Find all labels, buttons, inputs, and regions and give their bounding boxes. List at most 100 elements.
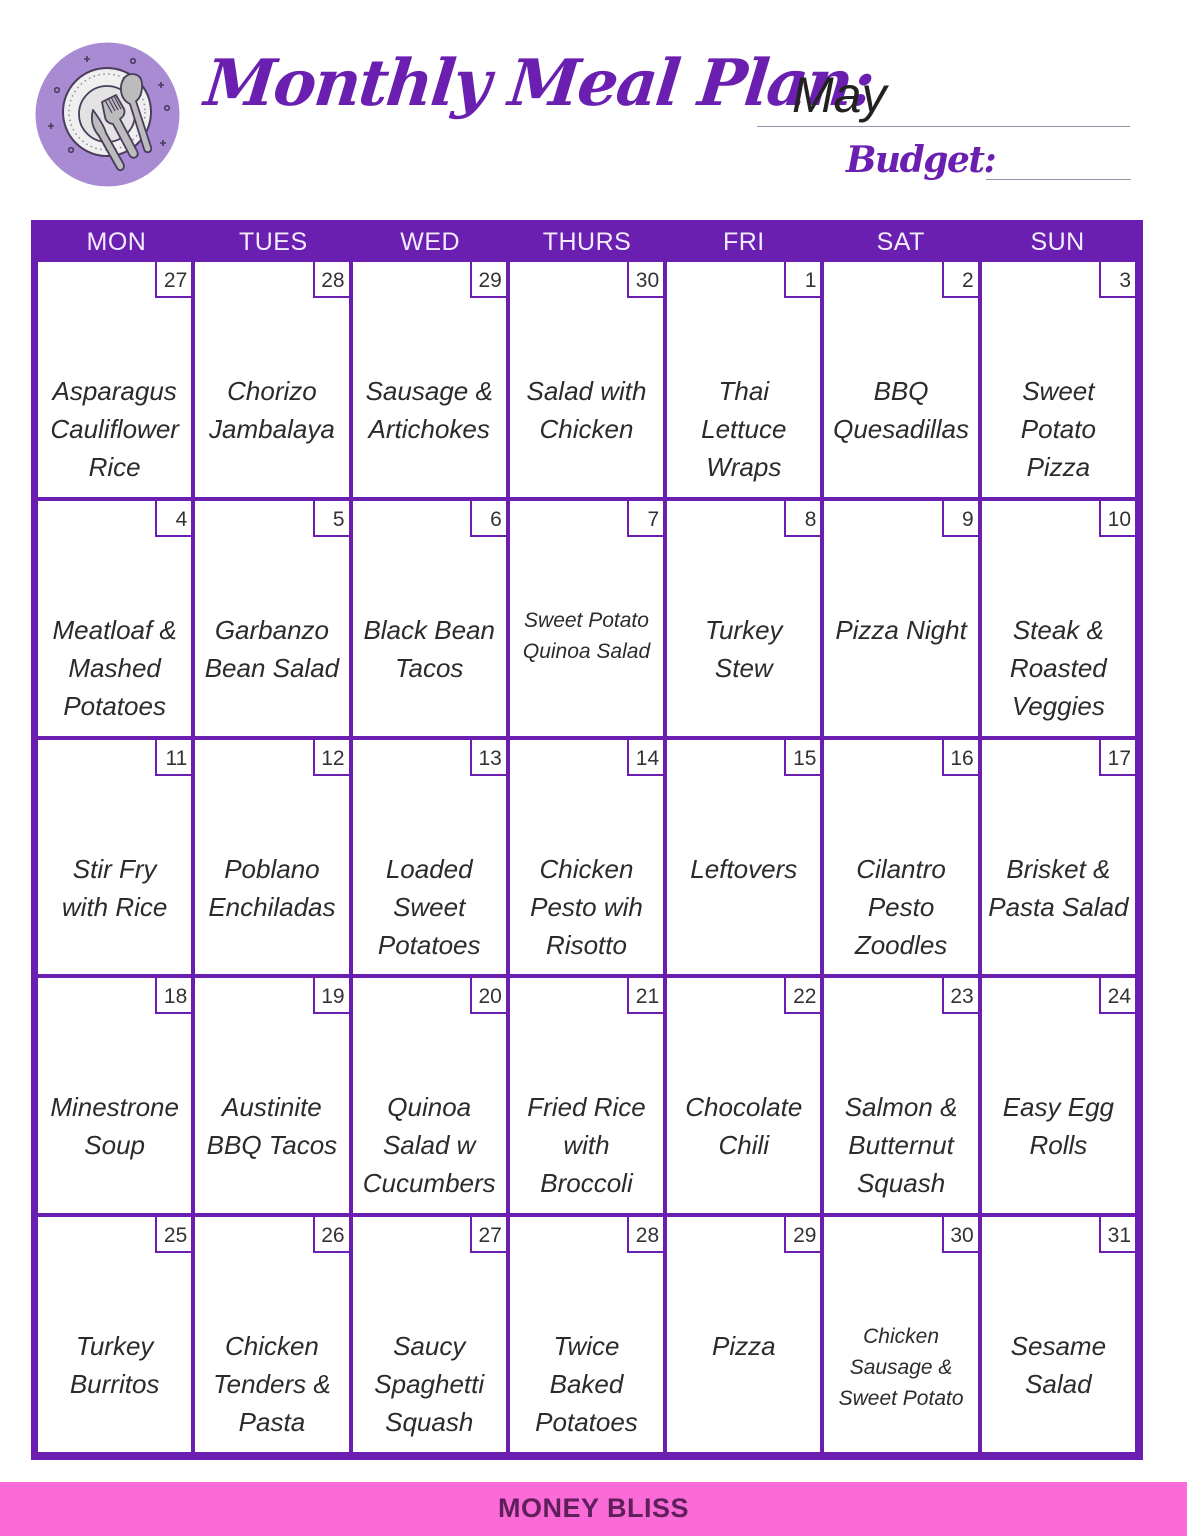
meal-name[interactable]: Sesame Salad — [982, 1327, 1135, 1403]
meal-name[interactable]: Chicken Sausage & Sweet Potato — [824, 1321, 977, 1414]
day-cell[interactable]: 5 Garbanzo Bean Salad — [195, 500, 349, 736]
day-cell[interactable]: 26 Chicken Tenders & Pasta — [195, 1217, 349, 1452]
month-value[interactable]: May — [792, 70, 886, 120]
day-cell[interactable]: 31 Sesame Salad — [981, 1217, 1135, 1452]
meal-name[interactable]: Chorizo Jambalaya — [195, 372, 348, 448]
meal-name[interactable]: Quinoa Salad w Cucumbers — [353, 1088, 506, 1202]
meal-name[interactable]: Chicken Tenders & Pasta — [195, 1327, 348, 1441]
budget-label: Budget: — [846, 139, 997, 181]
day-cell[interactable]: 29 Sausage & Artichokes — [352, 262, 506, 497]
day-cell[interactable]: 14 Chicken Pesto wih Risotto — [509, 739, 664, 975]
date-number: 22 — [784, 978, 821, 1015]
weekday-header: SAT — [876, 228, 925, 256]
day-cell[interactable]: 27 Asparagus Cauliflower Rice — [38, 262, 192, 497]
footer-banner: MONEY BLISS — [0, 1482, 1187, 1536]
brand-name: MONEY BLISS — [497, 1493, 690, 1523]
meal-name[interactable]: Pizza Night — [824, 611, 977, 649]
day-cell[interactable]: 21 Fried Rice with Broccoli — [509, 978, 664, 1214]
meal-name[interactable]: Pizza — [667, 1327, 820, 1365]
meal-name[interactable]: Easy Egg Rolls — [982, 1088, 1135, 1164]
meal-name[interactable]: Sweet Potato Pizza — [982, 372, 1135, 486]
budget-field[interactable] — [986, 179, 1131, 180]
meal-name[interactable]: Leftovers — [667, 850, 820, 888]
day-cell[interactable]: 19 Austinite BBQ Tacos — [195, 978, 349, 1214]
day-cell[interactable]: 30 Salad with Chicken — [509, 262, 664, 497]
meal-calendar: MON TUES WED THURS FRI SAT SUN 27 Asparag… — [31, 220, 1143, 1460]
meal-name[interactable]: Loaded Sweet Potatoes — [353, 850, 506, 964]
meal-name[interactable]: Meatloaf & Mashed Potatoes — [38, 611, 191, 725]
meal-name[interactable]: Brisket & Pasta Salad — [982, 850, 1135, 926]
day-cell[interactable]: 6 Black Bean Tacos — [352, 500, 506, 736]
day-cell[interactable]: 24 Easy Egg Rolls — [981, 978, 1135, 1214]
date-number: 19 — [312, 978, 349, 1015]
meal-name[interactable]: Austinite BBQ Tacos — [195, 1088, 348, 1164]
meal-name[interactable]: Salad with Chicken — [510, 372, 663, 448]
day-cell[interactable]: 28 Twice Baked Potatoes — [509, 1217, 664, 1452]
day-cell[interactable]: 18 Minestrone Soup — [38, 978, 192, 1214]
date-number: 7 — [627, 500, 664, 537]
day-cell[interactable]: 9 Pizza Night — [824, 500, 978, 736]
date-number: 12 — [312, 739, 349, 776]
date-number: 16 — [941, 739, 978, 776]
date-number: 26 — [312, 1217, 349, 1254]
page-title: Monthly Meal Plan: — [201, 46, 877, 121]
meal-name[interactable]: Fried Rice with Broccoli — [510, 1088, 663, 1202]
date-number: 30 — [627, 262, 664, 298]
meal-name[interactable]: BBQ Quesadillas — [824, 372, 977, 448]
day-cell[interactable]: 29 Pizza — [667, 1217, 821, 1452]
date-number: 28 — [312, 262, 349, 298]
meal-name[interactable]: Thai Lettuce Wraps — [667, 372, 820, 486]
day-cell[interactable]: 8 Turkey Stew — [667, 500, 821, 736]
meal-name[interactable]: Salmon & Butternut Squash — [824, 1088, 977, 1202]
day-cell[interactable]: 17 Brisket & Pasta Salad — [981, 739, 1135, 975]
day-cell[interactable]: 28 Chorizo Jambalaya — [195, 262, 349, 497]
calendar-body: 27 Asparagus Cauliflower Rice 28 Chorizo Jamba… — [38, 262, 1135, 1452]
day-cell[interactable]: 23 Salmon & Butternut Squash — [824, 978, 978, 1214]
weekday-header: SUN — [1030, 228, 1085, 256]
date-number: 8 — [784, 500, 821, 537]
meal-name[interactable]: Steak & Roasted Veggies — [982, 611, 1135, 725]
day-cell[interactable]: 27 Saucy Spaghetti Squash — [352, 1217, 506, 1452]
meal-name[interactable]: Turkey Stew — [667, 611, 820, 687]
day-cell[interactable]: 3 Sweet Potato Pizza — [981, 262, 1135, 497]
weekday-header: MON — [86, 228, 147, 256]
meal-name[interactable]: Twice Baked Potatoes — [510, 1327, 663, 1441]
day-cell[interactable]: 10 Steak & Roasted Veggies — [981, 500, 1135, 736]
meal-name[interactable]: Chicken Pesto wih Risotto — [510, 850, 663, 964]
meal-name[interactable]: Sausage & Artichokes — [353, 372, 506, 448]
meal-name[interactable]: Minestrone Soup — [38, 1088, 191, 1164]
meal-name[interactable]: Asparagus Cauliflower Rice — [38, 372, 191, 486]
month-field-line[interactable] — [757, 126, 1130, 127]
date-number: 21 — [627, 978, 664, 1015]
meal-name[interactable]: Stir Fry with Rice — [38, 850, 191, 926]
meal-name[interactable]: Saucy Spaghetti Squash — [353, 1327, 506, 1441]
plate-cutlery-icon — [35, 42, 180, 187]
day-cell[interactable]: 12 Poblano Enchiladas — [195, 739, 349, 975]
weekday-header: TUES — [238, 228, 308, 256]
day-cell[interactable]: 22 Chocolate Chili — [667, 978, 821, 1214]
day-cell[interactable]: 11 Stir Fry with Rice — [38, 739, 192, 975]
date-number: 27 — [155, 262, 192, 298]
meal-name[interactable]: Poblano Enchiladas — [195, 850, 348, 926]
weekday-header: FRI — [722, 228, 765, 256]
meal-name[interactable]: Black Bean Tacos — [353, 611, 506, 687]
meal-name[interactable]: Garbanzo Bean Salad — [195, 611, 348, 687]
day-cell[interactable]: 16 Cilantro Pesto Zoodles — [824, 739, 978, 975]
day-cell[interactable]: 1 Thai Lettuce Wraps — [667, 262, 821, 497]
weekday-header: WED — [400, 228, 461, 256]
day-cell[interactable]: 7 Sweet Potato Quinoa Salad — [509, 500, 664, 736]
date-number: 1 — [784, 262, 821, 298]
day-cell[interactable]: 15 Leftovers — [667, 739, 821, 975]
meal-name[interactable]: Sweet Potato Quinoa Salad — [510, 605, 663, 667]
day-cell[interactable]: 4 Meatloaf & Mashed Potatoes — [38, 500, 192, 736]
meal-name[interactable]: Turkey Burritos — [38, 1327, 191, 1403]
day-cell[interactable]: 13 Loaded Sweet Potatoes — [352, 739, 506, 975]
day-cell[interactable]: 25 Turkey Burritos — [38, 1217, 192, 1452]
day-cell[interactable]: 2 BBQ Quesadillas — [824, 262, 978, 497]
day-cell[interactable]: 30 Chicken Sausage & Sweet Potato — [824, 1217, 978, 1452]
meal-name[interactable]: Chocolate Chili — [667, 1088, 820, 1164]
meal-name[interactable]: Cilantro Pesto Zoodles — [824, 850, 977, 964]
date-number: 27 — [469, 1217, 506, 1254]
day-cell[interactable]: 20 Quinoa Salad w Cucumbers — [352, 978, 506, 1214]
date-number: 23 — [941, 978, 978, 1015]
